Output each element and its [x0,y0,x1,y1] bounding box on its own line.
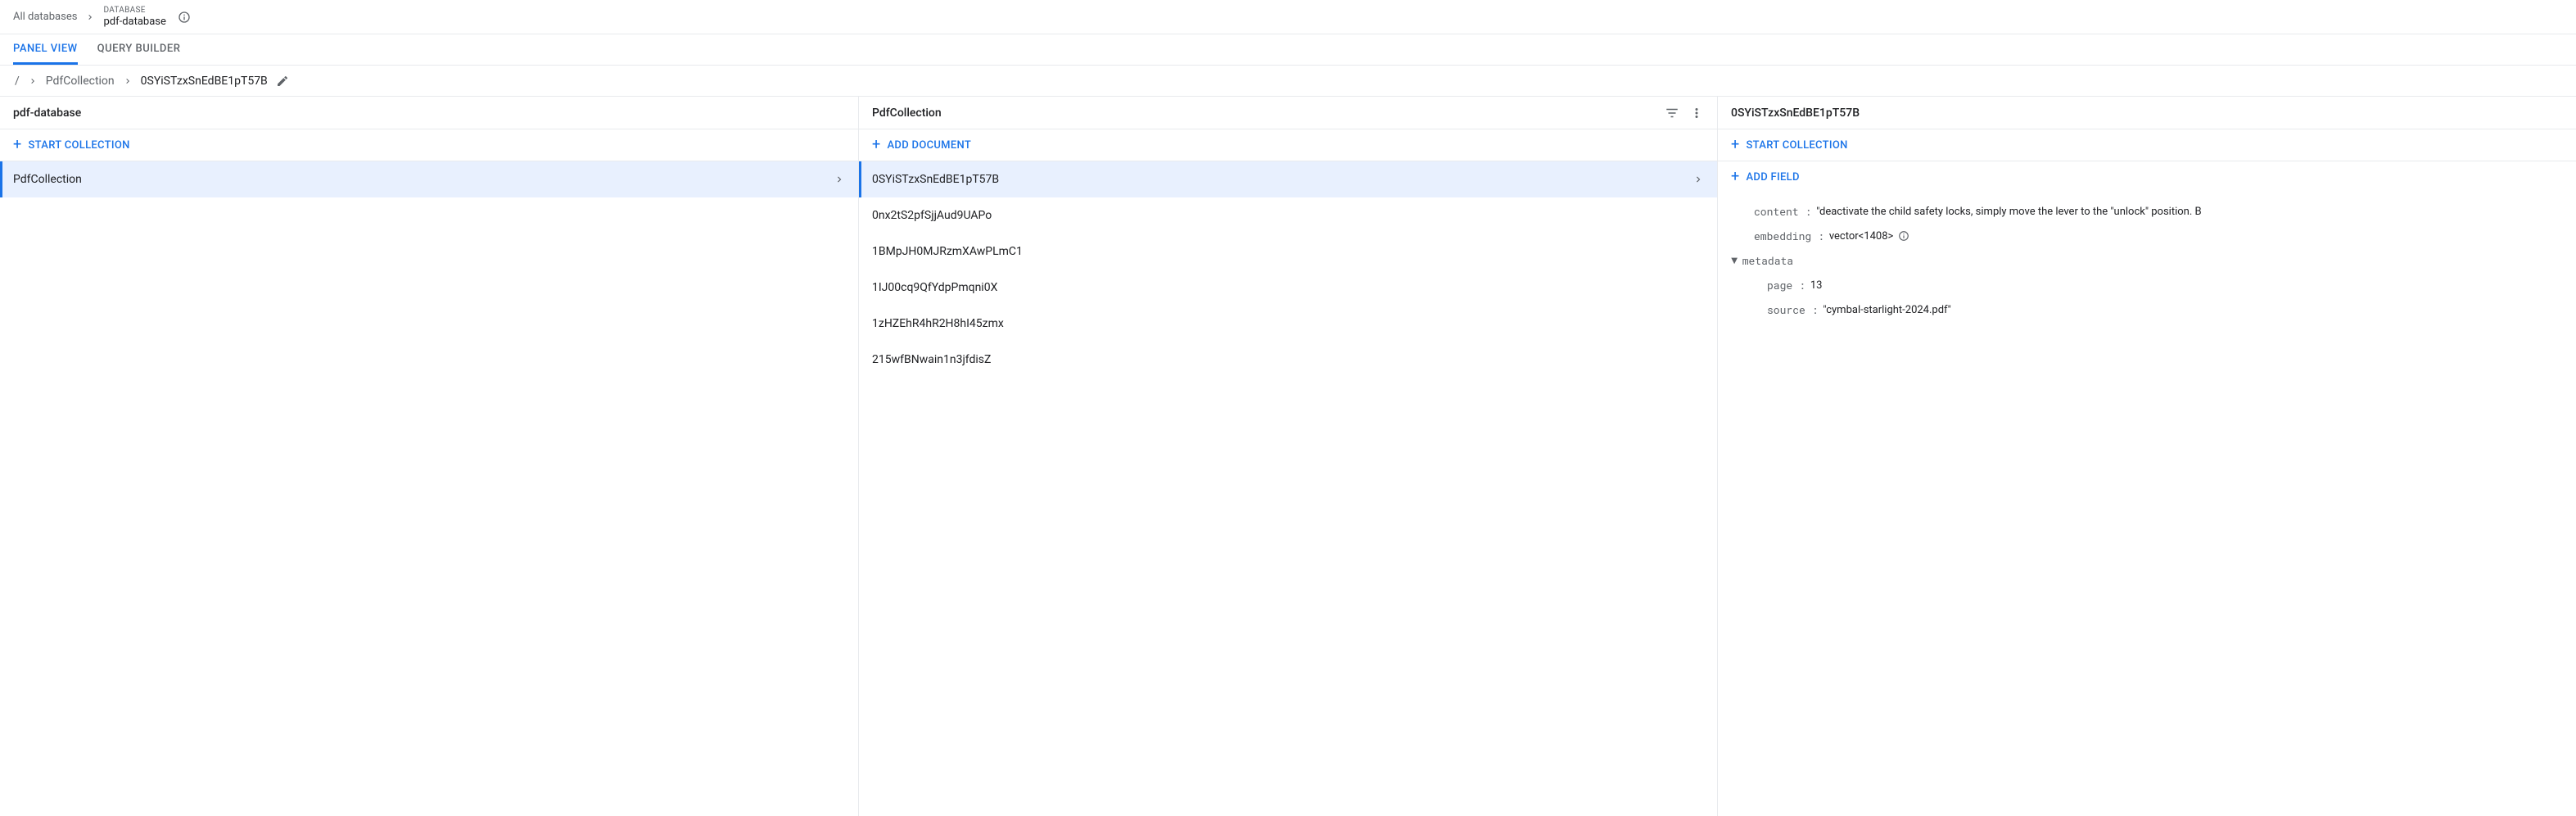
document-row[interactable]: 0nx2tS2pfSjjAud9UAPo [859,197,1717,233]
chevron-right-icon [28,76,38,86]
field-embedding[interactable]: embedding : vector<1408> [1731,224,2563,248]
field-value: "deactivate the child safety locks, simp… [1816,206,2201,218]
field-key: content : [1754,204,1811,219]
chevron-right-icon [1692,174,1704,185]
filter-icon[interactable] [1665,106,1679,120]
document-id: 0SYiSTzxSnEdBE1pT57B [872,173,999,186]
start-collection-button[interactable]: + START COLLECTION [0,129,858,161]
tab-query-builder[interactable]: QUERY BUILDER [97,34,181,65]
database-block[interactable]: DATABASE pdf-database [103,6,165,29]
document-row[interactable]: 1IJ00cq9QfYdpPmqni0X [859,270,1717,306]
panel-collection-header: PdfCollection [859,97,1717,129]
database-label: DATABASE [103,6,165,16]
document-row[interactable]: 0SYiSTzxSnEdBE1pT57B [859,161,1717,197]
tab-panel-view[interactable]: PANEL VIEW [13,34,78,65]
database-name: pdf-database [103,16,165,29]
panels-container: pdf-database + START COLLECTION PdfColle… [0,97,2576,816]
start-subcollection-label: START COLLECTION [1747,139,1848,152]
more-icon[interactable] [1689,106,1704,120]
document-fields: content : "deactivate the child safety l… [1718,193,2576,329]
panel-document-header: 0SYiSTzxSnEdBE1pT57B [1718,97,2576,129]
field-metadata-source[interactable]: source : "cymbal-starlight-2024.pdf" [1731,297,2563,322]
plus-icon: + [872,138,881,152]
info-icon[interactable] [1898,230,1909,242]
field-key: embedding : [1754,229,1824,243]
chevron-right-icon [123,76,133,86]
add-field-button[interactable]: + ADD FIELD [1718,161,2576,193]
field-key: source : [1767,302,1818,317]
chevron-right-icon [834,174,845,185]
field-value: "cymbal-starlight-2024.pdf" [1823,304,1950,316]
document-id: 215wfBNwain1n3jfdisZ [872,353,991,366]
plus-icon: + [13,138,22,152]
add-field-label: ADD FIELD [1747,171,1800,184]
field-value: vector<1408> [1829,230,1894,243]
plus-icon: + [1731,138,1740,152]
collection-name: PdfCollection [13,173,82,186]
breadcrumb-document[interactable]: 0SYiSTzxSnEdBE1pT57B [141,75,268,88]
panel-database: pdf-database + START COLLECTION PdfColle… [0,97,859,816]
field-metadata[interactable]: ▶ metadata [1731,248,2563,273]
document-id: 1IJ00cq9QfYdpPmqni0X [872,281,997,294]
field-key: page : [1767,278,1805,292]
chevron-right-icon [85,12,95,22]
breadcrumb-collection[interactable]: PdfCollection [46,75,115,88]
plus-icon: + [1731,170,1740,184]
triangle-down-icon: ▶ [1729,257,1738,264]
panel-document-title: 0SYiSTzxSnEdBE1pT57B [1731,107,1860,120]
panel-database-header: pdf-database [0,97,858,129]
field-value: 13 [1810,279,1823,292]
field-content[interactable]: content : "deactivate the child safety l… [1731,199,2563,224]
view-tabs: PANEL VIEW QUERY BUILDER [0,34,2576,66]
field-metadata-page[interactable]: page : 13 [1731,273,2563,297]
panel-collection: PdfCollection + ADD DOCUMENT 0SYiSTzxSnE… [859,97,1718,816]
add-document-button[interactable]: + ADD DOCUMENT [859,129,1717,161]
all-databases-link[interactable]: All databases [13,11,77,23]
documents-list: 0SYiSTzxSnEdBE1pT57B 0nx2tS2pfSjjAud9UAP… [859,161,1717,816]
panel-collection-title: PdfCollection [872,107,942,120]
field-key: metadata [1742,253,1793,268]
panel-database-title: pdf-database [13,107,81,120]
info-icon[interactable] [178,11,191,24]
start-collection-label: START COLLECTION [29,139,130,152]
add-document-label: ADD DOCUMENT [888,139,972,152]
document-row[interactable]: 1zHZEhR4hR2H8hI45zmx [859,306,1717,342]
document-row[interactable]: 1BMpJH0MJRzmXAwPLmC1 [859,233,1717,270]
breadcrumb-root[interactable]: / [15,75,20,88]
document-row[interactable]: 215wfBNwain1n3jfdisZ [859,342,1717,378]
edit-path-icon[interactable] [276,75,289,88]
path-breadcrumb: / PdfCollection 0SYiSTzxSnEdBE1pT57B [0,66,2576,97]
start-subcollection-button[interactable]: + START COLLECTION [1718,129,2576,161]
panel-document: 0SYiSTzxSnEdBE1pT57B + START COLLECTION … [1718,97,2576,816]
document-id: 1zHZEhR4hR2H8hI45zmx [872,317,1004,330]
collection-row[interactable]: PdfCollection [0,161,858,197]
collections-list: PdfCollection [0,161,858,816]
document-id: 0nx2tS2pfSjjAud9UAPo [872,209,992,222]
top-database-bar: All databases DATABASE pdf-database [0,0,2576,34]
document-id: 1BMpJH0MJRzmXAwPLmC1 [872,245,1023,258]
